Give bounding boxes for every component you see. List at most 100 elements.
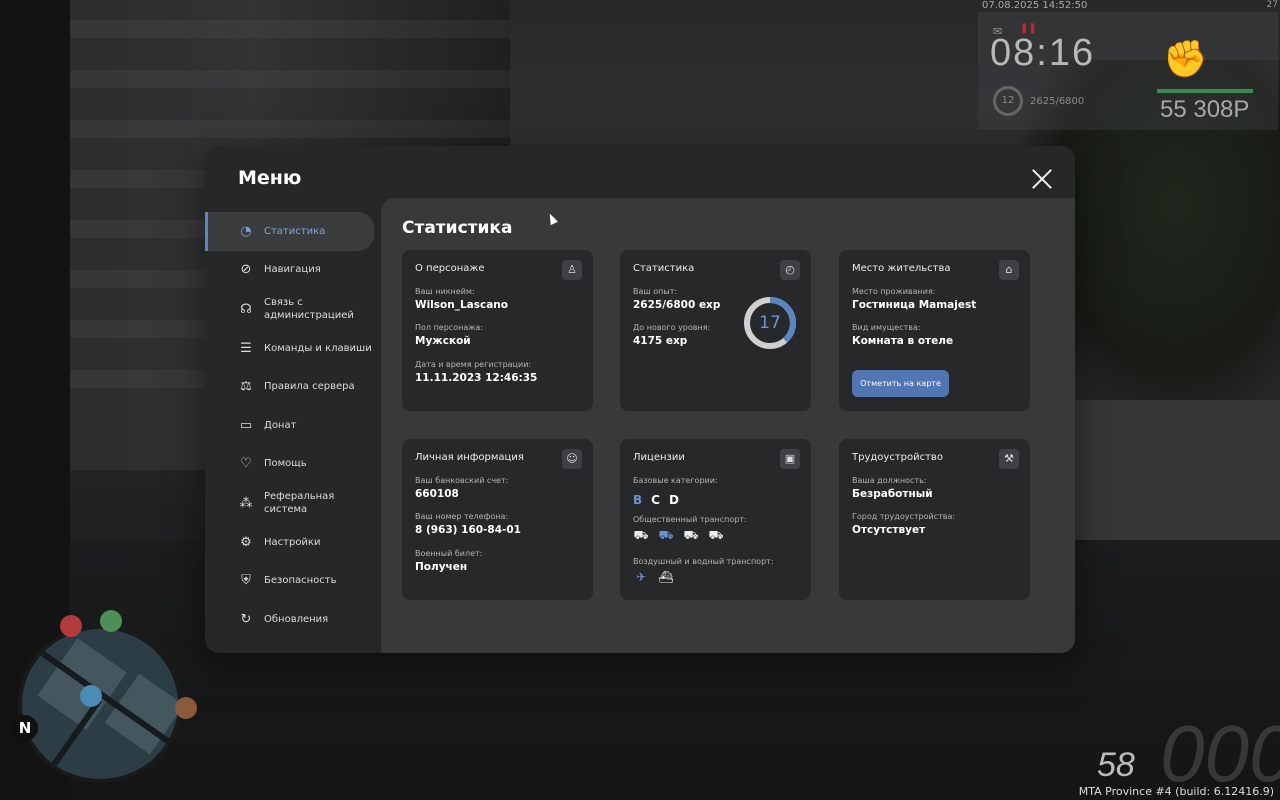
residence-value: Гостиница Mamajest [852,299,977,311]
field-label: Ваша должность: [852,476,927,485]
map-target-icon [100,610,122,632]
hud-datetime: 07.08.2025 14:52:50 [982,0,1088,11]
sidebar: ◔ Статистика ⊘ Навигация ☊ Связь с админ… [205,212,381,639]
license-category-d: D [668,493,679,507]
air-water-transport-icons: ✈ ⛴ [633,569,674,585]
sidebar-item-label: Помощь [264,458,307,470]
menu-window: Меню ◔ Статистика ⊘ Навигация ☊ Связь с … [205,146,1075,653]
sidebar-item-label: Правила сервера [264,381,355,393]
page-title: Статистика [402,218,513,238]
document-icon: ☰ [240,340,252,356]
field-label: Общественный транспорт: [633,515,747,524]
field-label: Базовые категории: [633,476,718,485]
card-statistics: Статистика ◴ Ваш опыт: 2625/6800 exp До … [620,250,811,411]
minimap[interactable] [18,625,182,783]
card-personal: Личная информация ☺ Ваш банковский счет:… [402,439,593,600]
sidebar-item-commands[interactable]: ☰ Команды и клавиши [205,329,381,368]
hammer-icon[interactable]: ⚒ [999,449,1019,469]
field-label: Вид имущества: [852,323,921,332]
card-title: Место жительства [852,263,951,274]
close-icon[interactable] [1031,168,1053,190]
job-position-value: Безработный [852,488,933,500]
hud-level: 12 [993,86,1023,116]
fist-icon: ✊ [1163,39,1208,80]
nickname-value: Wilson_Lascano [415,299,508,311]
plane-icon: ✈ [635,570,647,584]
tram-icon: ⛟ [683,528,699,542]
job-city-value: Отсутствует [852,524,926,536]
map-player-icon [80,685,102,707]
wallet-icon: ▭ [239,417,253,433]
card-employment: Трудоустройство ⚒ Ваша должность: Безраб… [839,439,1030,600]
user-circle-icon[interactable]: ☺ [562,449,582,469]
field-label: Воздушный и водный транспорт: [633,557,774,566]
referral-nodes-icon: ⁂ [239,495,253,511]
metro-icon: ⛟ [708,528,724,542]
hud-exp: 2625/6800 [1030,96,1085,107]
card-title: Личная информация [415,452,524,463]
license-category-c: C [651,493,660,507]
hud-money: 55 308P [1160,96,1250,123]
sidebar-item-label: Навигация [264,264,321,276]
speedometer-icon[interactable]: ◴ [780,260,800,280]
sidebar-item-label: Реферальная система [264,491,335,515]
sidebar-item-label: Команды и клавиши [264,342,372,354]
field-label: Ваш банковский счет: [415,476,509,485]
sidebar-item-navigation[interactable]: ⊘ Навигация [205,251,381,290]
content-panel: Статистика О персонаже ♙ Ваш никнейм: Wi… [381,198,1075,653]
menu-title: Меню [238,167,302,189]
pie-chart-icon: ◔ [240,223,252,239]
card-title: Статистика [633,263,695,274]
field-label: Пол персонажа: [415,323,484,332]
sidebar-item-donate[interactable]: ▭ Донат [205,406,381,445]
headset-icon: ☊ [240,301,252,317]
hud-corner-value: 27 [1266,0,1278,10]
id-card-icon[interactable]: ▣ [780,449,800,469]
compass-icon: ⊘ [240,262,252,278]
license-category-b: B [633,493,643,507]
card-title: О персонаже [415,263,485,274]
sidebar-item-label: Обновления [264,613,329,625]
map-shop-icon [175,697,197,719]
speedometer-value: 58 [1097,746,1135,784]
health-bar [1157,89,1253,93]
field-label: Дата и время регистрации: [415,360,532,369]
sidebar-item-security[interactable]: ⛨ Безопасность [205,562,381,601]
sidebar-item-referral[interactable]: ⁂ Реферальная система [205,483,381,523]
field-label: Ваш никнейм: [415,287,475,296]
public-transport-icons: ⛟ ⛟ ⛟ ⛟ [633,527,724,543]
sidebar-item-updates[interactable]: ↻ Обновления [205,600,381,639]
card-licenses: Лицензии ▣ Базовые категории: B C D Обще… [620,439,811,600]
scales-icon: ⚖ [240,379,252,395]
map-marker-icon [60,615,82,637]
sidebar-item-label: Статистика [264,225,326,237]
field-label: До нового уровня: [633,323,711,332]
gender-value: Мужской [415,335,471,347]
field-label: Ваш опыт: [633,287,678,296]
heart-handshake-icon: ♡ [240,456,252,472]
home-icon[interactable]: ⌂ [999,260,1019,280]
sidebar-item-admin-contact[interactable]: ☊ Связь с администрацией [205,289,381,329]
sidebar-item-settings[interactable]: ⚙ Настройки [205,523,381,562]
sidebar-item-label: Связь с администрацией [264,297,354,321]
shield-icon: ⛨ [241,573,251,589]
sidebar-item-statistics[interactable]: ◔ Статистика [205,212,374,251]
field-label: Место проживания: [852,287,936,296]
property-type-value: Комната в отеле [852,335,954,347]
mark-on-map-button[interactable]: Отметить на карте [852,370,949,397]
phone-value: 8 (963) 160-84-01 [415,524,521,536]
bus-icon: ⛟ [633,528,649,542]
license-categories: B C D [633,493,679,507]
boat-icon: ⛴ [658,570,674,584]
sidebar-item-label: Безопасность [264,575,337,587]
card-title: Лицензии [633,452,685,463]
card-title: Трудоустройство [852,452,943,463]
exp-value: 2625/6800 exp [633,299,721,311]
next-level-value: 4175 exp [633,335,688,347]
sidebar-item-help[interactable]: ♡ Помощь [205,445,381,484]
field-label: Город трудоустройства: [852,512,956,521]
sidebar-item-label: Донат [264,419,297,431]
user-icon[interactable]: ♙ [562,260,582,280]
bank-account-value: 660108 [415,488,459,500]
sidebar-item-rules[interactable]: ⚖ Правила сервера [205,368,381,407]
